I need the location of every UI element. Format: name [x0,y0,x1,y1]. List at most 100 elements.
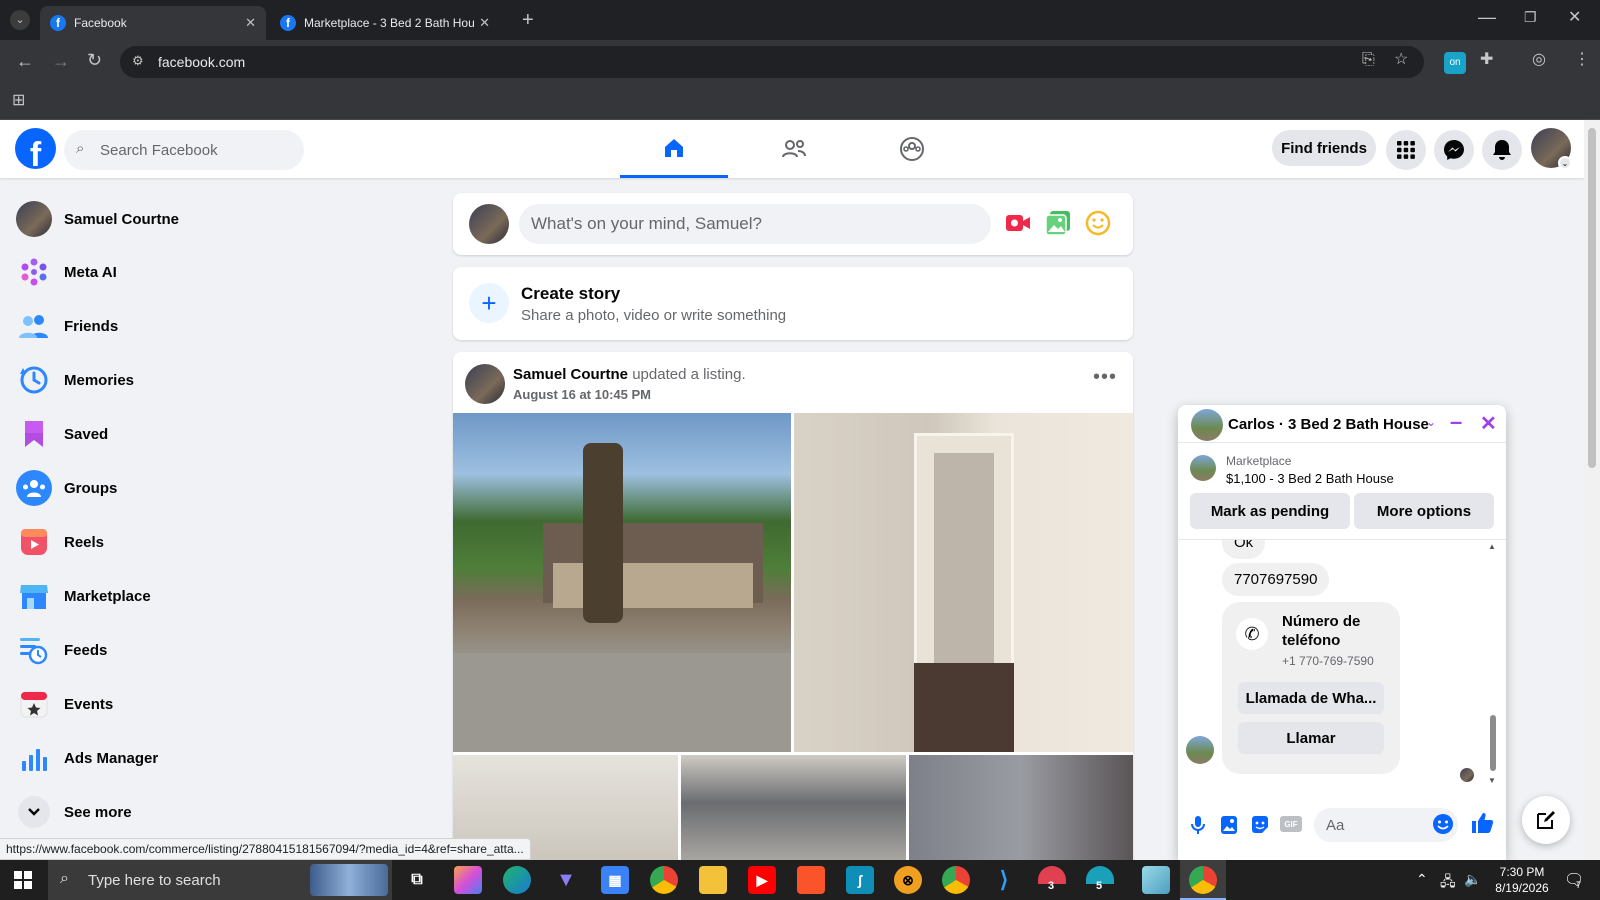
windows-start-icon[interactable] [14,871,32,894]
install-app-icon[interactable]: ⎘ [1362,52,1375,68]
call-button[interactable]: Llamar [1238,722,1384,754]
chrome-icon[interactable] [650,866,678,894]
microphone-icon[interactable] [1190,815,1206,840]
sidebar-item-ads-manager[interactable]: Ads Manager [8,732,428,784]
chat-scrollbar[interactable]: ▲ ▼ [1488,540,1498,799]
search-input[interactable]: ⌕ Search Facebook [64,130,304,170]
sticker-icon[interactable] [1250,815,1270,840]
taskbar-app-badge-3[interactable]: 3 [1038,866,1066,894]
tab-facebook[interactable]: f Facebook ✕ [40,6,266,40]
mark-as-pending-button[interactable]: Mark as pending [1190,493,1350,529]
edge-icon[interactable] [503,866,531,894]
page-scrollbar[interactable] [1584,120,1600,860]
messenger-button[interactable] [1434,130,1474,170]
taskbar-clock[interactable]: 7:30 PM 8/19/2026 [1492,864,1552,896]
file-explorer-icon[interactable] [699,866,727,894]
task-view-icon[interactable]: ⧉ [403,866,431,894]
address-bar[interactable]: ⚙ facebook.com [120,46,1424,78]
notification-center-icon[interactable]: 🗨 [1564,870,1584,890]
post-timestamp[interactable]: August 16 at 10:45 PM [513,387,651,402]
extension-icon[interactable]: on [1444,52,1466,74]
page-scrollbar-thumb[interactable] [1588,128,1596,468]
vscode-icon[interactable]: ⟩ [990,866,1018,894]
tab-search-icon[interactable]: ⌄ [10,10,30,30]
new-message-button[interactable] [1522,796,1570,844]
sidebar-item-memories[interactable]: Memories [8,354,428,406]
tab-marketplace[interactable]: f Marketplace - 3 Bed 2 Bath Hou ✕ [270,6,500,40]
live-video-icon[interactable] [1005,211,1031,240]
create-story-card[interactable]: + Create story Share a photo, video or w… [453,267,1133,340]
volume-icon[interactable]: 🔈 [1464,871,1481,888]
post-author-avatar[interactable] [465,364,505,404]
post-photo-living-room[interactable] [909,755,1133,872]
brave-icon[interactable] [797,866,825,894]
notepad-app-icon[interactable] [1142,866,1170,894]
scroll-down-icon[interactable]: ▼ [1488,776,1496,785]
composer-avatar[interactable] [469,204,509,244]
facebook-logo-icon[interactable]: f [15,128,56,169]
post-author[interactable]: Samuel Courtne [513,366,628,383]
nav-groups-tab[interactable] [858,120,966,178]
sidebar-item-friends[interactable]: Friends [8,300,428,352]
find-friends-button[interactable]: Find friends [1272,130,1376,166]
chrome-profile-icon[interactable] [942,866,970,894]
menu-grid-button[interactable] [1386,130,1426,170]
emoji-icon[interactable] [1432,813,1454,840]
more-options-button[interactable]: More options [1354,493,1494,529]
site-info-icon[interactable]: ⚙ [132,54,144,67]
active-chrome-task[interactable] [1180,860,1226,900]
taskbar-search-input[interactable]: ⌕ Type here to search [48,860,392,900]
composer-input[interactable]: What's on your mind, Samuel? [519,204,991,244]
feeling-activity-icon[interactable] [1085,210,1111,241]
browser-menu-icon[interactable]: ⋮ [1574,52,1590,68]
sidebar-item-profile[interactable]: Samuel Courtne [8,193,428,245]
sidebar-item-feeds[interactable]: Feeds [8,624,428,676]
sender-avatar[interactable] [1186,736,1214,764]
chat-title[interactable]: Carlos · 3 Bed 2 Bath House [1228,416,1429,433]
minimize-window-icon[interactable]: — [1478,8,1496,26]
network-icon[interactable]: 🖧 [1440,871,1456,895]
chat-scrollbar-thumb[interactable] [1490,715,1496,771]
nav-home-tab[interactable] [620,120,728,178]
sidebar-item-marketplace[interactable]: Marketplace [8,570,428,622]
nav-friends-tab[interactable] [740,120,848,178]
close-window-icon[interactable]: ✕ [1568,10,1581,26]
whatsapp-call-button[interactable]: Llamada de Wha... [1238,682,1384,714]
script-app-icon[interactable]: ʃ [846,866,874,894]
profile-icon[interactable]: ◎ [1532,52,1546,68]
sidebar-item-reels[interactable]: Reels [8,516,428,568]
account-chevron-icon[interactable]: ⌄ [1558,156,1572,170]
listing-thumbnail[interactable] [1190,455,1216,481]
gif-icon[interactable]: GIF [1280,816,1302,832]
vpn-app-icon[interactable]: ▼ [552,866,580,894]
sidebar-item-see-more[interactable]: See more [8,786,428,838]
sidebar-item-groups[interactable]: Groups [8,462,428,514]
back-icon[interactable]: ← [16,52,34,70]
chat-context-item[interactable]: $1,100 - 3 Bed 2 Bath House [1226,471,1394,486]
attach-photo-icon[interactable] [1220,815,1238,840]
message-bubble-number[interactable]: 7707697590 [1222,563,1330,596]
post-more-options-icon[interactable]: ••• [1093,366,1117,389]
reload-icon[interactable]: ↻ [87,51,102,69]
sidebar-item-saved[interactable]: Saved [8,408,428,460]
post-photo-house-exterior[interactable] [453,413,791,752]
close-tab-icon[interactable]: ✕ [479,15,490,31]
chat-contact-avatar[interactable] [1191,409,1223,441]
thumbs-up-icon[interactable] [1470,811,1494,840]
sidebar-item-meta-ai[interactable]: Meta AI [8,246,428,298]
close-chat-icon[interactable]: ✕ [1480,411,1497,436]
chat-messages-area[interactable]: Ok 7707697590 ✆ Número de teléfono +1 77… [1178,539,1506,799]
chat-header[interactable]: Carlos · 3 Bed 2 Bath House ⌄ – ✕ [1178,405,1506,443]
copilot-icon[interactable] [454,866,482,894]
new-tab-icon[interactable]: + [522,10,534,30]
close-tab-icon[interactable]: ✕ [245,15,256,31]
sidebar-item-events[interactable]: Events [8,678,428,730]
xbox-app-icon[interactable]: ⊗ [894,866,922,894]
bookmark-star-icon[interactable]: ☆ [1394,52,1408,68]
youtube-icon[interactable]: ▶ [748,866,776,894]
forward-icon[interactable]: → [52,52,70,70]
extensions-puzzle-icon[interactable]: ✚ [1480,52,1493,68]
post-photo-bathroom[interactable] [681,755,906,872]
notifications-button[interactable] [1482,130,1522,170]
tray-chevron-icon[interactable]: ⌃ [1416,871,1428,888]
